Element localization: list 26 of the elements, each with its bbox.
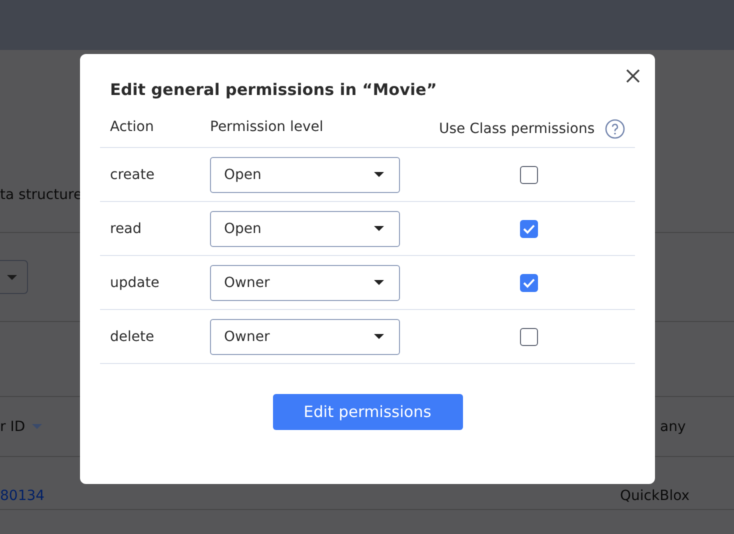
dialog-title: Edit general permissions in “Movie” <box>110 79 438 101</box>
caret-icon <box>7 274 17 280</box>
action-label: delete <box>110 328 156 344</box>
action-label: update <box>110 274 160 290</box>
permission-select[interactable]: Owner <box>210 264 400 300</box>
sort-icon <box>32 424 42 429</box>
permission-select[interactable]: Open <box>210 210 400 246</box>
select-field[interactable] <box>0 260 28 294</box>
check-icon <box>523 224 535 234</box>
permission-select[interactable]: Owner <box>210 318 400 354</box>
column-header: Use Class permissions <box>439 121 595 137</box>
description-text: ta structure <box>0 187 82 203</box>
edit-permissions-button[interactable]: Edit permissions <box>272 394 462 430</box>
checkbox[interactable] <box>520 166 538 184</box>
checkbox[interactable] <box>520 328 538 346</box>
column-header: Action <box>110 119 155 135</box>
action-label: read <box>110 220 143 236</box>
table-cell: QuickBlox <box>620 488 690 504</box>
help-icon[interactable] <box>604 119 625 139</box>
close-icon[interactable] <box>625 68 641 84</box>
checkbox[interactable] <box>520 274 538 292</box>
check-icon <box>523 278 535 288</box>
permission-select[interactable]: Open <box>210 156 400 192</box>
checkbox[interactable] <box>520 220 538 238</box>
action-label: create <box>110 166 156 182</box>
column-header: Permission level <box>210 119 324 135</box>
